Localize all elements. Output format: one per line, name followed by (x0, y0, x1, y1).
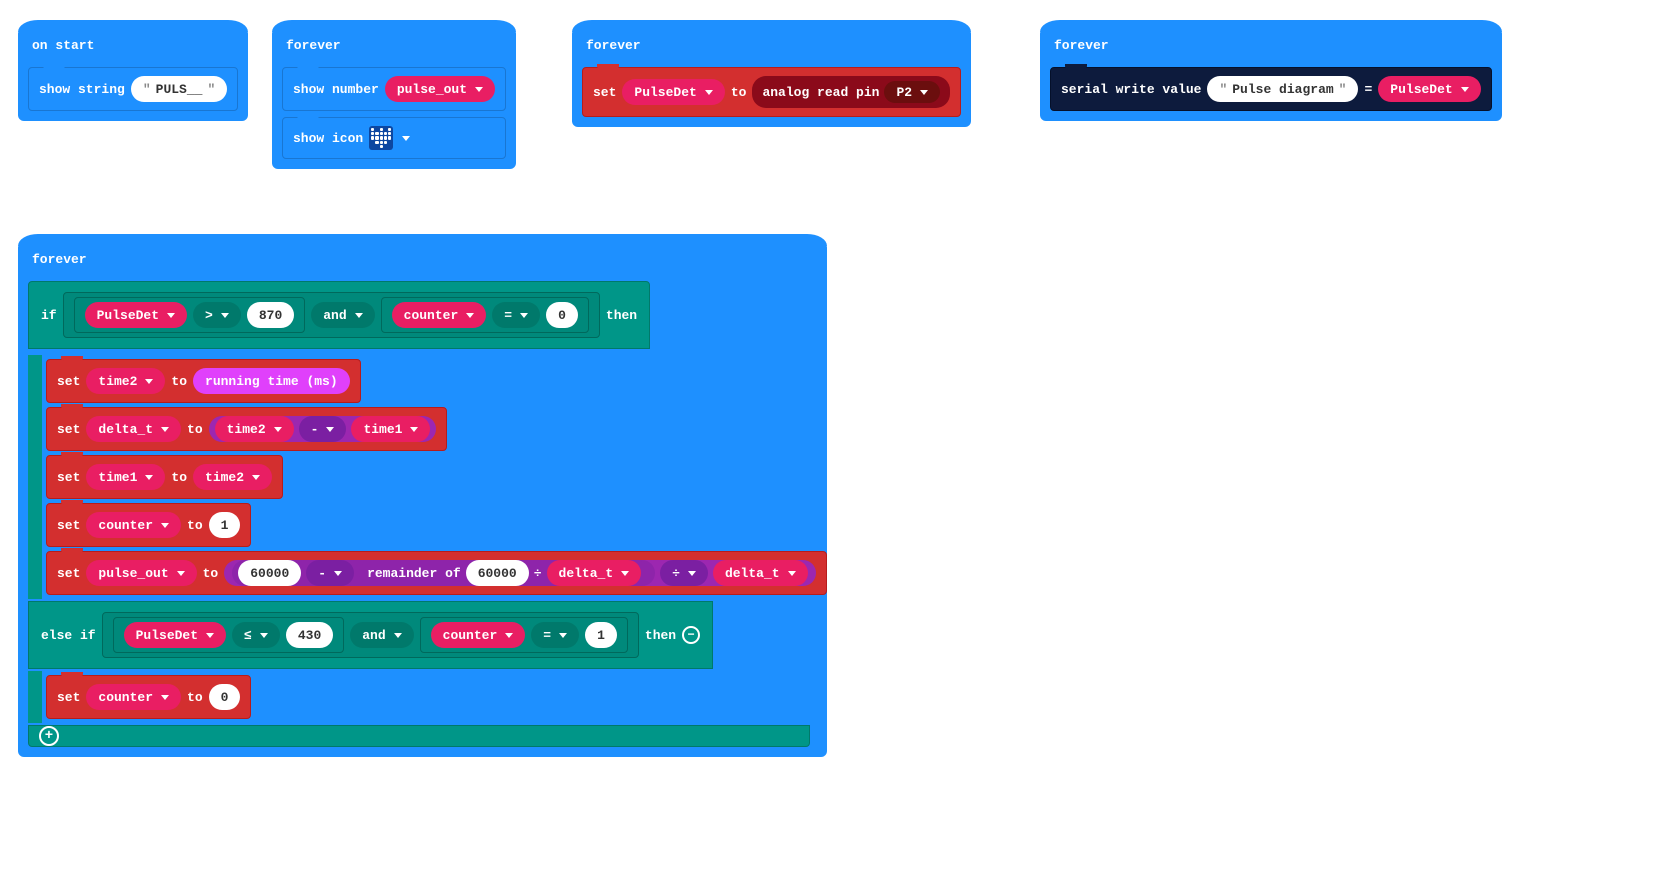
val-1-input[interactable]: 1 (209, 512, 241, 538)
pin-dropdown[interactable]: P2 (884, 81, 940, 103)
var-time1-ref[interactable]: time1 (351, 416, 430, 442)
set-time1-block[interactable]: set time1 to time2 (46, 455, 283, 499)
forever-block-logic[interactable]: forever if PulseDet > 870 and counter = … (18, 242, 827, 757)
var-time2-ref2[interactable]: time2 (193, 464, 272, 490)
var-deltat-ref2[interactable]: delta_t (713, 560, 808, 586)
show-number-block[interactable]: show number pulse_out (282, 67, 506, 111)
heart-icon[interactable] (369, 126, 393, 150)
var-counter-dd2[interactable]: counter (86, 684, 181, 710)
hat-forever-4: forever (18, 242, 827, 275)
and-condition-1[interactable]: PulseDet > 870 and counter = 0 (63, 292, 600, 338)
analog-read-pill[interactable]: analog read pin P2 (752, 76, 950, 108)
var-time2-dd[interactable]: time2 (86, 368, 165, 394)
val-60000-a[interactable]: 60000 (238, 560, 301, 586)
compare-eq-2[interactable]: counter = 1 (420, 617, 628, 653)
var-pulse-out-pill[interactable]: pulse_out (385, 76, 495, 102)
remainder-pill[interactable]: remainder of 60000 ÷ delta_t (359, 560, 649, 586)
set-label: set (593, 85, 616, 100)
hat-label: on start (32, 38, 94, 53)
string-value: PULS__ (156, 82, 203, 97)
and-dropdown-2[interactable]: and (350, 622, 413, 648)
hat-forever-2: forever (572, 28, 971, 61)
compare-lte[interactable]: PulseDet ≤ 430 (113, 617, 345, 653)
var-time1-dd[interactable]: time1 (86, 464, 165, 490)
if-footer: + (28, 725, 810, 747)
hat-label: forever (32, 252, 87, 267)
hat-label: forever (286, 38, 341, 53)
set-time2-block[interactable]: set time2 to running time (ms) (46, 359, 361, 403)
and-dropdown-1[interactable]: and (311, 302, 374, 328)
serial-name-input[interactable]: "Pulse diagram" (1207, 76, 1358, 102)
hat-label: forever (1054, 38, 1109, 53)
serial-write-label: serial write value (1061, 82, 1201, 97)
op-div-dd[interactable]: ÷ (660, 560, 708, 586)
elseif-label: else if (41, 628, 96, 643)
math-minus-inner[interactable]: 60000 - remainder of 60000 ÷ delta_t (232, 560, 655, 586)
op-eq-dropdown-2[interactable]: = (531, 622, 579, 648)
hat-on-start: on start (18, 28, 248, 61)
math-minus-wrap[interactable]: time2 - time1 (209, 416, 437, 442)
set-counter-1-block[interactable]: set counter to 1 (46, 503, 251, 547)
serial-write-block[interactable]: serial write value "Pulse diagram" = Pul… (1050, 67, 1492, 111)
val-0-input2[interactable]: 0 (209, 684, 241, 710)
compare-gt[interactable]: PulseDet > 870 (74, 297, 306, 333)
then-label: then (606, 308, 637, 323)
show-number-label: show number (293, 82, 379, 97)
on-start-block[interactable]: on start show string "PULS__" (18, 28, 248, 121)
val-0-input[interactable]: 0 (546, 302, 578, 328)
hat-forever-3: forever (1040, 28, 1502, 61)
and-condition-2[interactable]: PulseDet ≤ 430 and counter = 1 (102, 612, 639, 658)
op-lte-dropdown[interactable]: ≤ (232, 622, 280, 648)
var-pulsedet-cond[interactable]: PulseDet (85, 302, 187, 328)
op-minus-dd2[interactable]: - (306, 560, 354, 586)
show-string-block[interactable]: show string "PULS__" (28, 67, 238, 111)
add-branch-icon[interactable]: + (39, 726, 59, 746)
op-minus-dd[interactable]: - (299, 416, 347, 442)
var-pulsedet-pill[interactable]: PulseDet (622, 79, 724, 105)
val-60000-b[interactable]: 60000 (466, 560, 529, 586)
var-counter-dd[interactable]: counter (86, 512, 181, 538)
var-counter-cond2[interactable]: counter (431, 622, 526, 648)
var-pulsedet-cond2[interactable]: PulseDet (124, 622, 226, 648)
hat-forever-1: forever (272, 28, 516, 61)
compare-eq-1[interactable]: counter = 0 (381, 297, 589, 333)
forever-block-display[interactable]: forever show number pulse_out show icon (272, 28, 516, 169)
set-pulseout-block[interactable]: set pulse_out to 60000 - remainder of 60… (46, 551, 827, 595)
analog-read-label: analog read pin (762, 85, 879, 100)
string-input[interactable]: "PULS__" (131, 76, 227, 102)
chevron-down-icon[interactable] (402, 136, 410, 141)
op-eq-dropdown-1[interactable]: = (492, 302, 540, 328)
var-counter-cond[interactable]: counter (392, 302, 487, 328)
show-string-label: show string (39, 82, 125, 97)
forever-block-read[interactable]: forever set PulseDet to analog read pin … (572, 28, 971, 127)
val-870-input[interactable]: 870 (247, 302, 294, 328)
var-label: pulse_out (397, 82, 467, 97)
var-pulseout-dd[interactable]: pulse_out (86, 560, 196, 586)
elseif-block[interactable]: else if PulseDet ≤ 430 and counter = 1 t… (28, 601, 713, 669)
show-icon-label: show icon (293, 131, 363, 146)
set-counter-0-block[interactable]: set counter to 0 (46, 675, 251, 719)
var-pulsedet-pill-2[interactable]: PulseDet (1378, 76, 1480, 102)
var-deltat-ref[interactable]: delta_t (547, 560, 642, 586)
val-1-cond[interactable]: 1 (585, 622, 617, 648)
if-block[interactable]: if PulseDet > 870 and counter = 0 then (28, 281, 650, 349)
val-430-input[interactable]: 430 (286, 622, 333, 648)
to-label: to (731, 85, 747, 100)
if-label: if (41, 308, 57, 323)
math-outer-div[interactable]: 60000 - remainder of 60000 ÷ delta_t ÷ d… (224, 560, 815, 586)
hat-label: forever (586, 38, 641, 53)
set-deltat-block[interactable]: set delta_t to time2 - time1 (46, 407, 447, 451)
then-label-2: then (645, 628, 676, 643)
var-time2-ref[interactable]: time2 (215, 416, 294, 442)
equals-label: = (1364, 82, 1372, 97)
var-deltat-dd[interactable]: delta_t (86, 416, 181, 442)
set-pulsedet-block[interactable]: set PulseDet to analog read pin P2 (582, 67, 961, 117)
forever-block-serial[interactable]: forever serial write value "Pulse diagra… (1040, 28, 1502, 121)
remove-branch-icon[interactable]: − (682, 626, 700, 644)
running-time-pill[interactable]: running time (ms) (193, 368, 350, 394)
show-icon-block[interactable]: show icon (282, 117, 506, 159)
op-gt-dropdown[interactable]: > (193, 302, 241, 328)
